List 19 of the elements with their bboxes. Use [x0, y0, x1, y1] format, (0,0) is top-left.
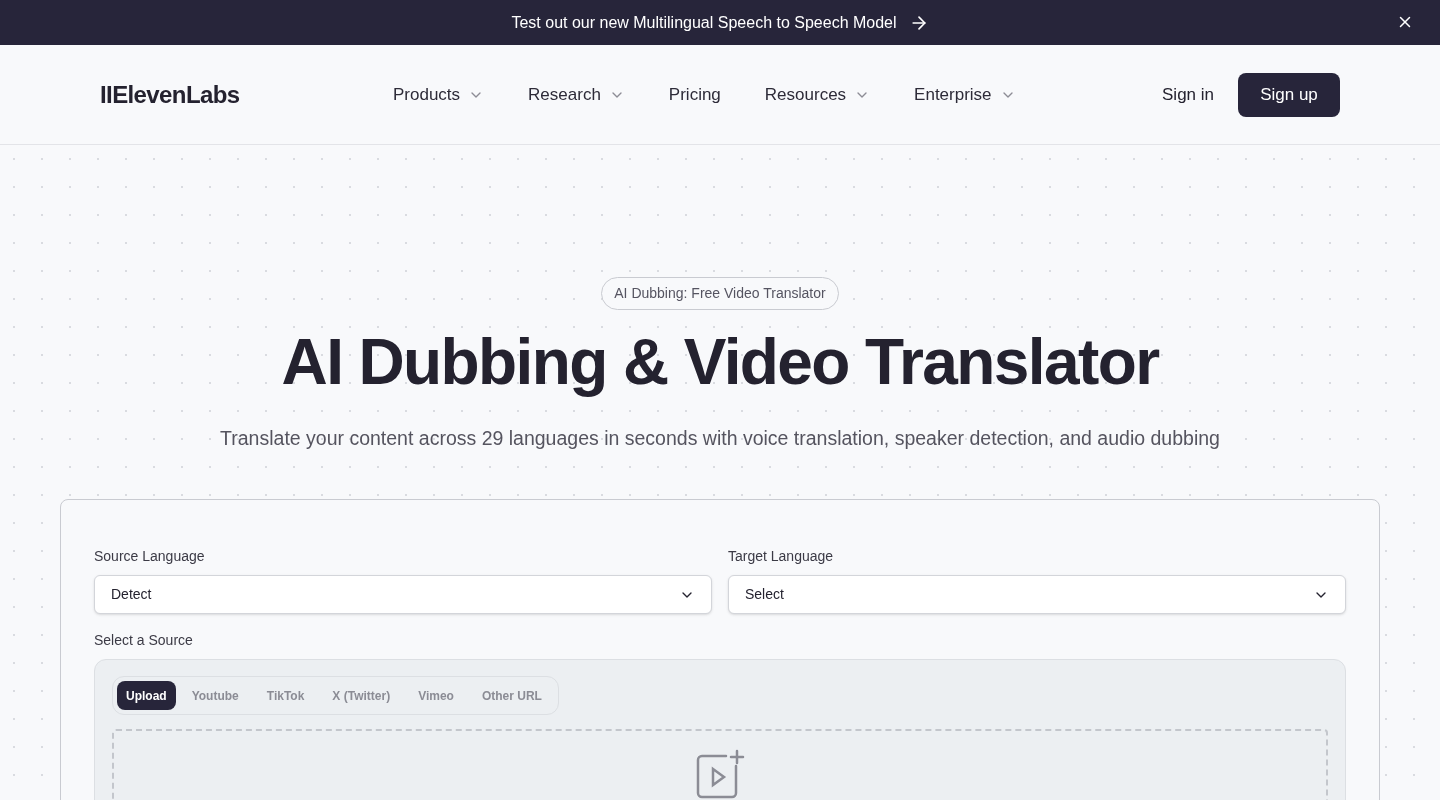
- field-label: Target Language: [728, 547, 835, 567]
- logo[interactable]: IIElevenLabs: [100, 76, 393, 113]
- nav-link[interactable]: Pricing: [668, 81, 721, 108]
- hero-title: AI Dubbing & Video Translator: [281, 325, 1159, 400]
- nav-link[interactable]: Research: [528, 81, 625, 108]
- hero-subtitle: Translate your content across 29 languages in seconds with voice translation, speaker detection, and audio dubbing: [220, 426, 1220, 451]
- field-label: Source Language: [94, 547, 206, 567]
- nav-link[interactable]: Enterprise: [914, 81, 1016, 108]
- sign-up-button[interactable]: Sign up: [1238, 72, 1340, 117]
- language-select[interactable]: Select: [728, 575, 1346, 615]
- source-tab[interactable]: Upload: [117, 681, 176, 711]
- nav-link[interactable]: Resources: [764, 81, 871, 108]
- announcement-link[interactable]: Test out our new Multilingual Speech to Speech Model: [511, 10, 929, 35]
- hero-badge: AI Dubbing: Free Video Translator: [601, 277, 839, 310]
- language-select[interactable]: Detect: [94, 575, 712, 615]
- video-add-icon: [694, 749, 746, 800]
- nav-link[interactable]: Products: [393, 81, 485, 108]
- sign-in-link[interactable]: Sign in: [1162, 81, 1214, 108]
- source-label: Select a Source: [94, 631, 194, 651]
